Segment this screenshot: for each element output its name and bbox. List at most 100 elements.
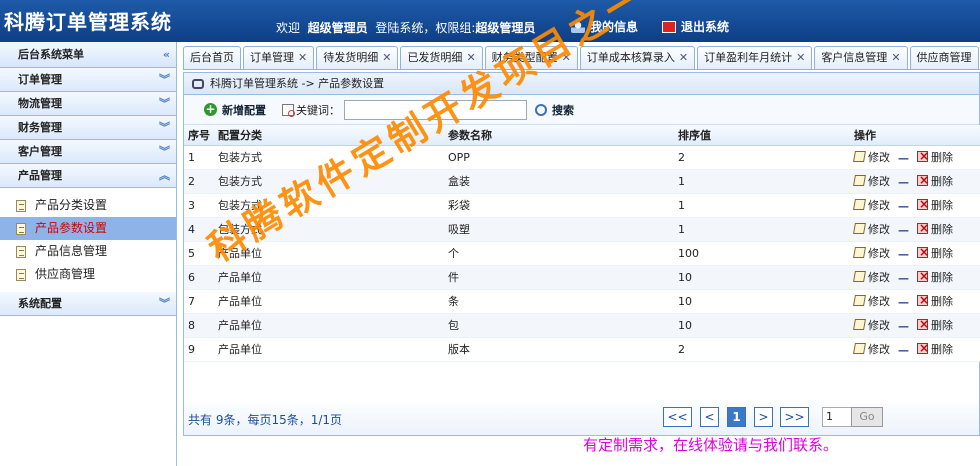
chevron-down-icon: ︾ <box>159 145 170 158</box>
delete-button[interactable]: 删除 <box>917 245 953 261</box>
delete-button[interactable]: 删除 <box>917 197 953 213</box>
cell-category: 产品单位 <box>214 337 444 362</box>
sidebar-section-products[interactable]: 产品管理 ︽ <box>0 164 176 188</box>
sidebar-section-orders[interactable]: 订单管理 ︾ <box>0 68 176 92</box>
prev-page-button[interactable]: < <box>700 407 719 427</box>
delete-button[interactable]: 删除 <box>917 341 953 357</box>
edit-label: 修改 <box>868 150 890 164</box>
cell-sort: 10 <box>674 313 850 338</box>
tab-order-profit[interactable]: 订单盈利年月统计 ✕ <box>697 46 813 69</box>
close-icon[interactable]: ✕ <box>298 51 307 64</box>
sidebar-section-system[interactable]: 系统配置 ︾ <box>0 292 176 316</box>
tab-suppliers[interactable]: 供应商管理 <box>909 46 979 69</box>
delete-button[interactable]: 删除 <box>917 293 953 309</box>
cell-no: 2 <box>184 169 214 194</box>
cell-name: 版本 <box>444 337 674 362</box>
edit-icon <box>853 175 866 187</box>
sidebar-section-finance[interactable]: 财务管理 ︾ <box>0 116 176 140</box>
delete-button[interactable]: 删除 <box>917 269 953 285</box>
cell-actions: 修改 — 删除 <box>850 289 980 314</box>
cell-actions: 修改 — 删除 <box>850 193 980 218</box>
close-icon[interactable]: ✕ <box>382 51 391 64</box>
search-button[interactable]: 搜索 <box>552 102 574 118</box>
tab-label: 订单盈利年月统计 <box>704 51 793 64</box>
link-icon <box>192 78 204 89</box>
edit-button[interactable]: 修改 <box>853 149 890 165</box>
col-name: 参数名称 <box>444 125 674 146</box>
edit-icon <box>853 199 866 211</box>
sidebar-item-label: 产品参数设置 <box>35 221 108 235</box>
delete-button[interactable]: 删除 <box>917 173 953 189</box>
add-config-button[interactable]: 新增配置 <box>222 102 266 118</box>
cell-sort: 2 <box>674 145 850 170</box>
separator: — <box>898 296 909 310</box>
footer-note: 有定制需求，在线体验请与我们联系。 <box>583 436 839 454</box>
edit-button[interactable]: 修改 <box>853 341 890 357</box>
sidebar-section-label: 产品管理 <box>18 169 62 182</box>
table-header-row: 序号 配置分类 参数名称 排序值 操作 <box>184 125 980 146</box>
separator: — <box>898 200 909 214</box>
sidebar-item-product-params[interactable]: 产品参数设置 <box>0 217 176 240</box>
edit-button[interactable]: 修改 <box>853 269 890 285</box>
exit-icon <box>662 20 676 33</box>
edit-button[interactable]: 修改 <box>853 197 890 213</box>
cell-category: 产品单位 <box>214 313 444 338</box>
sidebar-item-product-info[interactable]: 产品信息管理 <box>0 240 176 263</box>
cell-actions: 修改 — 删除 <box>850 145 980 170</box>
sidebar-section-logistics[interactable]: 物流管理 ︾ <box>0 92 176 116</box>
chevron-up-icon: ︽ <box>159 169 170 182</box>
edit-label: 修改 <box>868 318 890 332</box>
cell-name: 件 <box>444 265 674 290</box>
breadcrumb-text: 科腾订单管理系统 -> 产品参数设置 <box>210 76 385 90</box>
go-button[interactable]: Go <box>851 407 883 427</box>
tab-pending-shipments[interactable]: 待发货明细 ✕ <box>316 46 399 69</box>
delete-button[interactable]: 删除 <box>917 317 953 333</box>
logout-label: 退出系统 <box>681 20 730 34</box>
edit-button[interactable]: 修改 <box>853 293 890 309</box>
cell-name: 个 <box>444 241 674 266</box>
toolbar: + 新增配置 关键词： 搜索 <box>184 95 979 125</box>
welcome-info: 欢迎 超级管理员 登陆系统，权限组:超级管理员 <box>276 19 535 36</box>
goto-page-input[interactable]: 1 <box>822 407 852 427</box>
edit-icon <box>853 295 866 307</box>
edit-label: 修改 <box>868 294 890 308</box>
close-icon[interactable]: ✕ <box>679 51 688 64</box>
sidebar-item-suppliers[interactable]: 供应商管理 <box>0 263 176 286</box>
tab-order-cost[interactable]: 订单成本核算录入 ✕ <box>579 46 696 69</box>
document-icon <box>16 222 26 235</box>
delete-button[interactable]: 删除 <box>917 149 953 165</box>
edit-icon <box>853 271 866 283</box>
edit-icon <box>853 151 866 163</box>
edit-button[interactable]: 修改 <box>853 221 890 237</box>
edit-button[interactable]: 修改 <box>853 245 890 261</box>
sidebar-item-product-category[interactable]: 产品分类设置 <box>0 194 176 217</box>
cell-sort: 10 <box>674 265 850 290</box>
close-icon[interactable]: ✕ <box>796 51 805 64</box>
col-actions: 操作 <box>850 125 980 146</box>
edit-label: 修改 <box>868 342 890 356</box>
sidebar-item-label: 产品分类设置 <box>35 198 108 212</box>
delete-icon <box>917 221 929 235</box>
next-page-button[interactable]: > <box>754 407 773 427</box>
first-page-button[interactable]: << <box>663 407 692 427</box>
edit-button[interactable]: 修改 <box>853 317 890 333</box>
close-icon[interactable]: ✕ <box>891 51 900 64</box>
logout-link[interactable]: 退出系统 <box>662 18 729 35</box>
cell-actions: 修改 — 删除 <box>850 313 980 338</box>
cell-actions: 修改 — 删除 <box>850 265 980 290</box>
current-page-button[interactable]: 1 <box>727 407 746 427</box>
delete-button[interactable]: 删除 <box>917 221 953 237</box>
edit-label: 修改 <box>868 174 890 188</box>
collapse-sidebar-icon[interactable]: « <box>163 42 170 68</box>
last-page-button[interactable]: >> <box>780 407 809 427</box>
delete-icon <box>917 149 929 163</box>
tab-orders[interactable]: 订单管理 ✕ <box>243 46 315 69</box>
tab-label: 后台首页 <box>190 51 234 64</box>
tab-home[interactable]: 后台首页 <box>183 46 241 69</box>
tab-label: 供应商管理 <box>916 51 972 64</box>
document-icon <box>16 199 26 212</box>
tab-customers[interactable]: 客户信息管理 ✕ <box>814 46 908 69</box>
sidebar-section-customers[interactable]: 客户管理 ︾ <box>0 140 176 164</box>
col-sort: 排序值 <box>674 125 850 146</box>
edit-button[interactable]: 修改 <box>853 173 890 189</box>
